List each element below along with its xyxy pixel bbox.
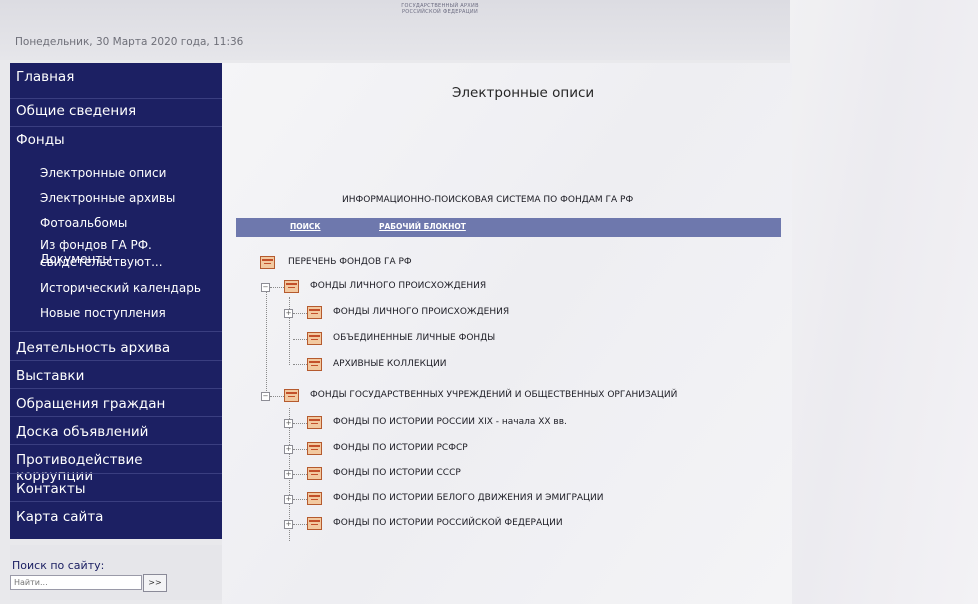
sidebar-item-archive-activity[interactable]: Деятельность архива xyxy=(10,331,222,356)
workbook-link[interactable]: РАБОЧИЙ БЛОКНОТ xyxy=(379,222,466,231)
tree-node-label: ФОНДЫ ПО ИСТОРИИ СССР xyxy=(333,468,461,478)
site-logo[interactable]: ГОСУДАРСТВЕННЫЙ АРХИВ РОССИЙСКОЙ ФЕДЕРАЦ… xyxy=(380,3,500,15)
search-link[interactable]: ПОИСК xyxy=(290,222,321,231)
collapse-icon[interactable]: − xyxy=(261,392,270,401)
tree-connector xyxy=(289,297,290,365)
sidebar-item-funds[interactable]: Фонды xyxy=(10,126,222,148)
logo-line-2: РОССИЙСКОЙ ФЕДЕРАЦИИ xyxy=(401,9,479,15)
folder-icon xyxy=(307,467,322,480)
tree-node-label: ПЕРЕЧЕНЬ ФОНДОВ ГА РФ xyxy=(288,257,412,267)
tree-connector xyxy=(270,396,284,397)
tree-connector xyxy=(293,313,307,314)
tree-node-label: ФОНДЫ ГОСУДАРСТВЕННЫХ УЧРЕЖДЕНИЙ И ОБЩЕС… xyxy=(310,390,678,400)
search-label: Поиск по сайту: xyxy=(12,559,105,572)
sidebar-item-photo-albums[interactable]: Фотоальбомы xyxy=(10,216,222,230)
current-date: Понедельник, 30 Марта 2020 года, 11:36 xyxy=(15,36,244,48)
tree-connector xyxy=(293,364,307,365)
folder-icon xyxy=(307,306,322,319)
expand-icon[interactable]: + xyxy=(284,495,293,504)
tree-connector xyxy=(293,524,307,525)
tree-connector xyxy=(293,499,307,500)
sidebar-item-new-arrivals[interactable]: Новые поступления xyxy=(10,306,222,320)
folder-icon xyxy=(307,416,322,429)
tree-connector xyxy=(293,423,307,424)
site-search: Поиск по сайту: >> xyxy=(10,545,222,600)
folder-icon xyxy=(307,442,322,455)
expand-icon[interactable]: + xyxy=(284,520,293,529)
expand-icon[interactable]: + xyxy=(284,309,293,318)
tree-node-label: ОБЪЕДИНЕННЫЕ ЛИЧНЫЕ ФОНДЫ xyxy=(333,333,496,343)
sidebar-item-electronic-inventories[interactable]: Электронные описи xyxy=(10,166,222,180)
sidebar-item-historical-calendar[interactable]: Исторический календарь xyxy=(10,281,222,295)
tree-node-label: ФОНДЫ ПО ИСТОРИИ РОССИИ XIX - начала XX … xyxy=(333,417,567,427)
search-toolbar: ПОИСК РАБОЧИЙ БЛОКНОТ xyxy=(236,218,781,237)
tree-node-label: ФОНДЫ ПО ИСТОРИИ РСФСР xyxy=(333,443,468,453)
folder-icon xyxy=(307,492,322,505)
folder-icon xyxy=(307,358,322,371)
screen-margin xyxy=(790,0,978,604)
sidebar-item-general-info[interactable]: Общие сведения xyxy=(10,98,222,119)
sidebar-item-electronic-archives[interactable]: Электронные архивы xyxy=(10,191,222,205)
folder-icon xyxy=(307,332,322,345)
expand-icon[interactable]: + xyxy=(284,470,293,479)
sidebar-item-sitemap[interactable]: Карта сайта xyxy=(10,501,222,525)
search-submit-button[interactable]: >> xyxy=(143,574,167,592)
system-title: ИНФОРМАЦИОННО-ПОИСКОВАЯ СИСТЕМА ПО ФОНДА… xyxy=(342,195,634,205)
tree-node-label: ФОНДЫ ПО ИСТОРИИ БЕЛОГО ДВИЖЕНИЯ И ЭМИГР… xyxy=(333,493,604,503)
sidebar-item-documents-testify-cont[interactable]: свидетельствуют... xyxy=(10,255,222,269)
tree-connector xyxy=(293,474,307,475)
tree-connector xyxy=(293,339,307,340)
folder-icon xyxy=(260,256,275,269)
sidebar-item-contacts[interactable]: Контакты xyxy=(10,473,222,497)
tree-connector xyxy=(270,287,284,288)
tree-node-label: ФОНДЫ ЛИЧНОГО ПРОИСХОЖДЕНИЯ xyxy=(310,281,487,291)
tree-node-label: ФОНДЫ ПО ИСТОРИИ РОССИЙСКОЙ ФЕДЕРАЦИИ xyxy=(333,518,563,528)
sidebar-item-citizen-appeals[interactable]: Обращения граждан xyxy=(10,388,222,412)
page-title: Электронные описи xyxy=(452,85,595,101)
sidebar-item-home[interactable]: Главная xyxy=(10,69,222,85)
tree-connector xyxy=(293,449,307,450)
collapse-icon[interactable]: − xyxy=(261,283,270,292)
expand-icon[interactable]: + xyxy=(284,445,293,454)
tree-connector xyxy=(266,287,267,397)
search-input[interactable] xyxy=(10,575,142,590)
sidebar-nav: Главная Общие сведения Фонды Электронные… xyxy=(10,63,222,539)
folder-icon xyxy=(284,280,299,293)
sidebar-item-exhibitions[interactable]: Выставки xyxy=(10,360,222,384)
site-header: ГОСУДАРСТВЕННЫЙ АРХИВ РОССИЙСКОЙ ФЕДЕРАЦ… xyxy=(0,0,790,60)
expand-icon[interactable]: + xyxy=(284,419,293,428)
folder-icon xyxy=(284,389,299,402)
tree-node-label: ФОНДЫ ЛИЧНОГО ПРОИСХОЖДЕНИЯ xyxy=(333,307,510,317)
tree-node-label: АРХИВНЫЕ КОЛЛЕКЦИИ xyxy=(333,359,447,369)
main-content: Электронные описи ИНФОРМАЦИОННО-ПОИСКОВА… xyxy=(222,63,792,604)
sidebar-item-bulletin-board[interactable]: Доска объявлений xyxy=(10,416,222,440)
folder-icon xyxy=(307,517,322,530)
